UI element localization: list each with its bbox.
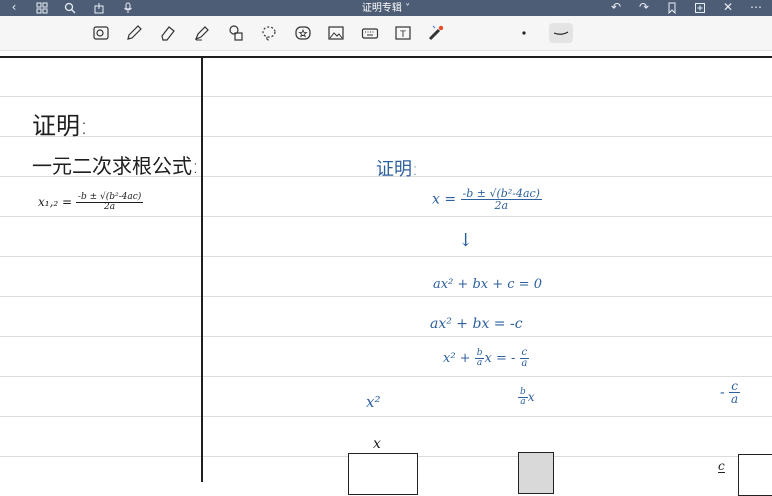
sticker-icon[interactable] [292,23,314,43]
square-x-squared-box [348,453,418,495]
rule-line [0,376,772,377]
rule-line [0,136,772,137]
formula-denominator: 2a [104,202,116,212]
rectangle-c-box [738,454,772,496]
line1-denominator: 2a [494,199,509,212]
eq3-frac-den: a [476,358,483,368]
top-bar: ‹ 证明专辑 ˅ ↶ ↷ ✕ ⋯ [0,0,772,16]
lasso-icon[interactable] [258,23,280,43]
keyboard-icon[interactable] [359,23,381,43]
rule-line [0,296,772,297]
right-line1: x = -b ± √(b²-4ac) 2a [432,188,542,211]
laser-pointer-icon[interactable] [425,23,447,43]
term-ca-den: a [730,392,739,406]
page-top-border [0,56,772,58]
term-bax-den: a [520,397,526,407]
eq3-part-a: x² + [443,351,471,366]
undo-icon[interactable]: ↶ [608,0,624,16]
down-arrow-icon: ↓ [458,230,474,251]
bookmark-icon[interactable] [664,0,680,16]
term-neg-c-over-a: - ca [720,380,740,405]
rectangle-bx-box [518,452,554,494]
lasso-image-icon[interactable] [90,23,112,43]
eraser-icon[interactable] [157,23,179,43]
right-heading: 证明: [376,159,419,180]
rule-line [0,336,772,337]
more-icon[interactable]: ⋯ [748,0,764,16]
stroke-size-dot-icon[interactable] [513,23,535,43]
eq3-rhs-den: a [521,358,528,369]
rule-line [0,96,772,97]
formula-lhs: x₁,₂ = [38,195,73,209]
redo-icon[interactable]: ↷ [636,0,652,16]
shapes-icon[interactable] [225,23,247,43]
add-page-icon[interactable] [692,0,708,16]
svg-text:T: T [399,30,406,40]
left-subheading: 一元二次求根公式: [32,154,199,178]
document-title[interactable]: 证明专辑 ˅ [0,0,772,14]
term-b-over-a-x: bax [518,388,535,407]
equation-3: x² + bax = - ca [443,348,530,369]
text-box-icon[interactable]: T [392,23,414,43]
line1-lhs: x = [432,191,457,208]
close-icon[interactable]: ✕ [720,0,736,16]
stroke-style-icon[interactable] [549,23,573,43]
column-divider [201,57,203,482]
left-formula: x₁,₂ = -b ± √(b²-4ac) 2a [38,193,144,212]
highlighter-icon[interactable] [191,23,213,43]
equation-1: ax² + bx + c = 0 [433,277,542,292]
small-c-label: c [718,459,725,473]
notebook-page[interactable] [0,51,772,482]
pen-icon[interactable] [123,23,145,43]
eq3-part-b: x = - [484,351,516,366]
left-heading: 证明: [32,112,89,140]
image-icon[interactable] [325,23,347,43]
equation-2: ax² + bx = -c [430,316,523,332]
tool-bar: T [0,16,772,51]
term-neg-sign: - [720,384,725,401]
term-bax-x: x [527,390,535,404]
rule-line [0,216,772,217]
rule-line [0,416,772,417]
rule-line [0,256,772,257]
box-label-x: x [373,436,381,452]
term-x-squared: x² [366,393,381,411]
